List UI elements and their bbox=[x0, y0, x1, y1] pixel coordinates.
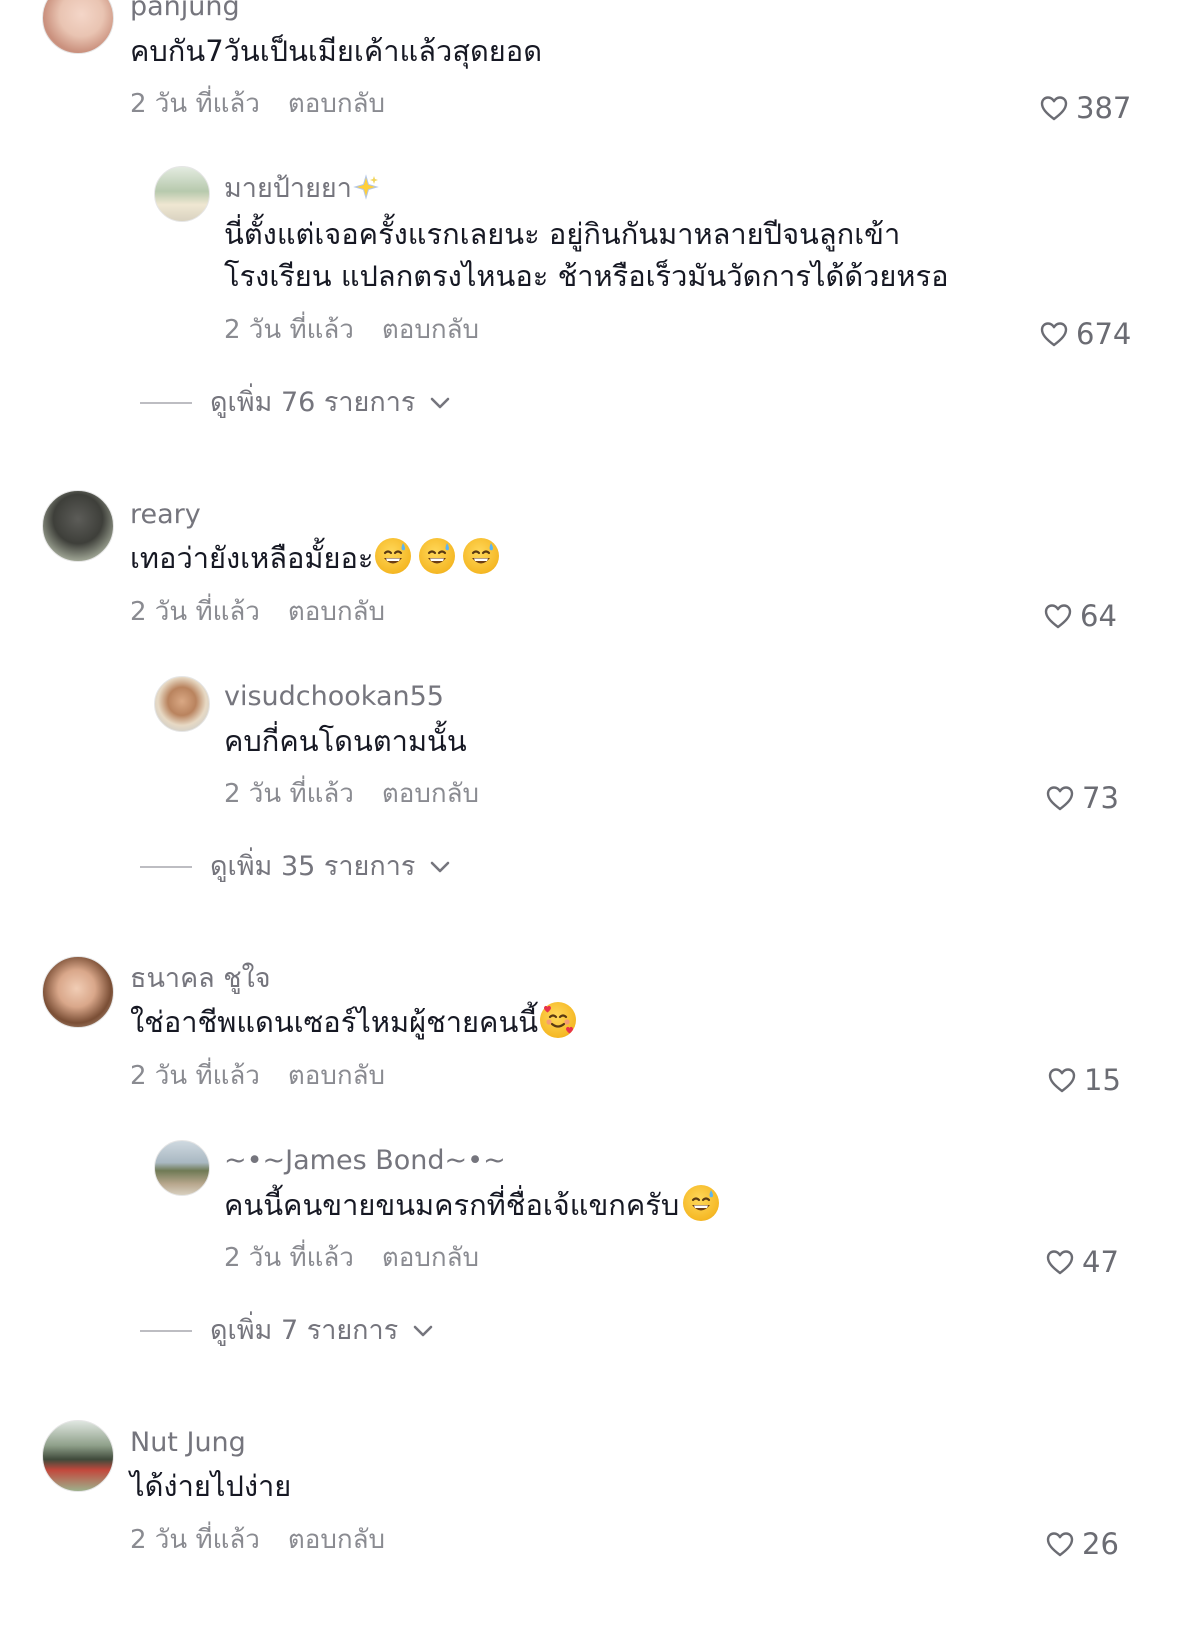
reply-username[interactable]: ~•~James Bond~•~ bbox=[224, 1144, 506, 1178]
comment-text: เทอว่ายังเหลือมั้ยอะ bbox=[130, 536, 500, 580]
avatar[interactable] bbox=[42, 1420, 114, 1492]
avatar[interactable] bbox=[42, 956, 114, 1028]
comment-time: 2 วัน ที่แล้ว bbox=[130, 1525, 260, 1555]
like-button[interactable]: 674 bbox=[1040, 318, 1131, 350]
smiling-face-with-hearts-emoji bbox=[540, 1002, 577, 1038]
sparkles-emoji bbox=[353, 174, 379, 200]
reply-button[interactable]: ตอบกลับ bbox=[288, 1061, 385, 1091]
view-more-replies[interactable]: ดูเพิ่ม 7 รายการ bbox=[140, 1314, 434, 1348]
comment-username[interactable]: Nut Jung bbox=[130, 1426, 246, 1460]
like-count: 73 bbox=[1082, 781, 1119, 815]
like-count: 674 bbox=[1076, 317, 1132, 351]
like-button[interactable]: 387 bbox=[1040, 92, 1131, 124]
like-button[interactable]: 15 bbox=[1048, 1064, 1121, 1096]
divider bbox=[140, 1330, 192, 1332]
divider bbox=[140, 866, 192, 868]
comment-meta: 2 วัน ที่แล้ว ตอบกลับ bbox=[130, 1060, 385, 1092]
reply-button[interactable]: ตอบกลับ bbox=[382, 779, 479, 809]
reply-time: 2 วัน ที่แล้ว bbox=[224, 779, 354, 809]
avatar[interactable] bbox=[42, 490, 114, 562]
heart-outline-icon bbox=[1044, 603, 1072, 629]
comment-username[interactable]: reary bbox=[130, 498, 201, 532]
like-button[interactable]: 47 bbox=[1046, 1246, 1119, 1278]
like-count: 64 bbox=[1080, 599, 1117, 633]
reply-text: คบกี่คนโดนตามนั้น bbox=[224, 724, 467, 758]
comment-text: คบกัน7วันเป็นเมียเค้าแล้วสุดยอด bbox=[130, 34, 543, 68]
heart-outline-icon bbox=[1048, 1067, 1076, 1093]
comment-username[interactable]: ธนาคล ชูใจ bbox=[130, 962, 271, 996]
reply-avatar[interactable] bbox=[154, 166, 210, 222]
view-more-replies[interactable]: ดูเพิ่ม 35 รายการ bbox=[140, 850, 451, 884]
grinning-sweat-emoji bbox=[375, 538, 412, 574]
reply-text: คนนี้คนขายขนมครกที่ชื่อเจ้แขกครับ bbox=[224, 1183, 720, 1227]
reply-avatar[interactable] bbox=[154, 676, 210, 732]
reply-button[interactable]: ตอบกลับ bbox=[288, 89, 385, 119]
grinning-sweat-emoji bbox=[419, 538, 456, 574]
heart-outline-icon bbox=[1046, 1531, 1074, 1557]
heart-outline-icon bbox=[1046, 785, 1074, 811]
like-count: 47 bbox=[1082, 1245, 1119, 1279]
comment-time: 2 วัน ที่แล้ว bbox=[130, 597, 260, 627]
heart-outline-icon bbox=[1046, 1249, 1074, 1275]
comment-time: 2 วัน ที่แล้ว bbox=[130, 1061, 260, 1091]
reply-button[interactable]: ตอบกลับ bbox=[382, 1243, 479, 1273]
avatar[interactable] bbox=[42, 0, 114, 54]
reply-button[interactable]: ตอบกลับ bbox=[288, 1525, 385, 1555]
reply-username[interactable]: visudchookan55 bbox=[224, 680, 444, 714]
like-count: 387 bbox=[1076, 91, 1132, 125]
view-more-replies[interactable]: ดูเพิ่ม 76 รายการ bbox=[140, 386, 451, 420]
reply-username[interactable]: มายป้ายยา bbox=[224, 172, 380, 206]
chevron-down-icon bbox=[429, 860, 451, 874]
reply-meta: 2 วัน ที่แล้ว ตอบกลับ bbox=[224, 314, 479, 346]
reply-button[interactable]: ตอบกลับ bbox=[288, 597, 385, 627]
comment-username[interactable]: panjung bbox=[130, 0, 240, 24]
reply-time: 2 วัน ที่แล้ว bbox=[224, 315, 354, 345]
comment-meta: 2 วัน ที่แล้ว ตอบกลับ bbox=[130, 88, 385, 120]
reply-button[interactable]: ตอบกลับ bbox=[382, 315, 479, 345]
chevron-down-icon bbox=[429, 396, 451, 410]
like-button[interactable]: 73 bbox=[1046, 782, 1119, 814]
reply-text: นี่ตั้งแต่เจอครั้งแรกเลยนะ อยู่กินกันมาห… bbox=[224, 217, 901, 251]
comment-text: ได้ง่ายไปง่าย bbox=[130, 1469, 292, 1503]
reply-avatar[interactable] bbox=[154, 1140, 210, 1196]
chevron-down-icon bbox=[412, 1324, 434, 1338]
comment-meta: 2 วัน ที่แล้ว ตอบกลับ bbox=[130, 596, 385, 628]
grinning-sweat-emoji bbox=[463, 538, 500, 574]
like-button[interactable]: 64 bbox=[1044, 600, 1117, 632]
reply-time: 2 วัน ที่แล้ว bbox=[224, 1243, 354, 1273]
reply-meta: 2 วัน ที่แล้ว ตอบกลับ bbox=[224, 778, 479, 810]
heart-outline-icon bbox=[1040, 95, 1068, 121]
comment-time: 2 วัน ที่แล้ว bbox=[130, 89, 260, 119]
like-button[interactable]: 26 bbox=[1046, 1528, 1119, 1560]
grinning-sweat-emoji bbox=[683, 1185, 720, 1221]
heart-outline-icon bbox=[1040, 321, 1068, 347]
divider bbox=[140, 402, 192, 404]
reply-meta: 2 วัน ที่แล้ว ตอบกลับ bbox=[224, 1242, 479, 1274]
comment-text: ใช่อาชีพแดนเซอร์ไหมผู้ชายคนนี้ bbox=[130, 1000, 577, 1044]
reply-text: โรงเรียน แปลกตรงไหนอะ ช้าหรือเร็วมันวัดก… bbox=[224, 259, 949, 293]
comment-meta: 2 วัน ที่แล้ว ตอบกลับ bbox=[130, 1524, 385, 1556]
like-count: 26 bbox=[1082, 1527, 1119, 1561]
like-count: 15 bbox=[1084, 1063, 1121, 1097]
